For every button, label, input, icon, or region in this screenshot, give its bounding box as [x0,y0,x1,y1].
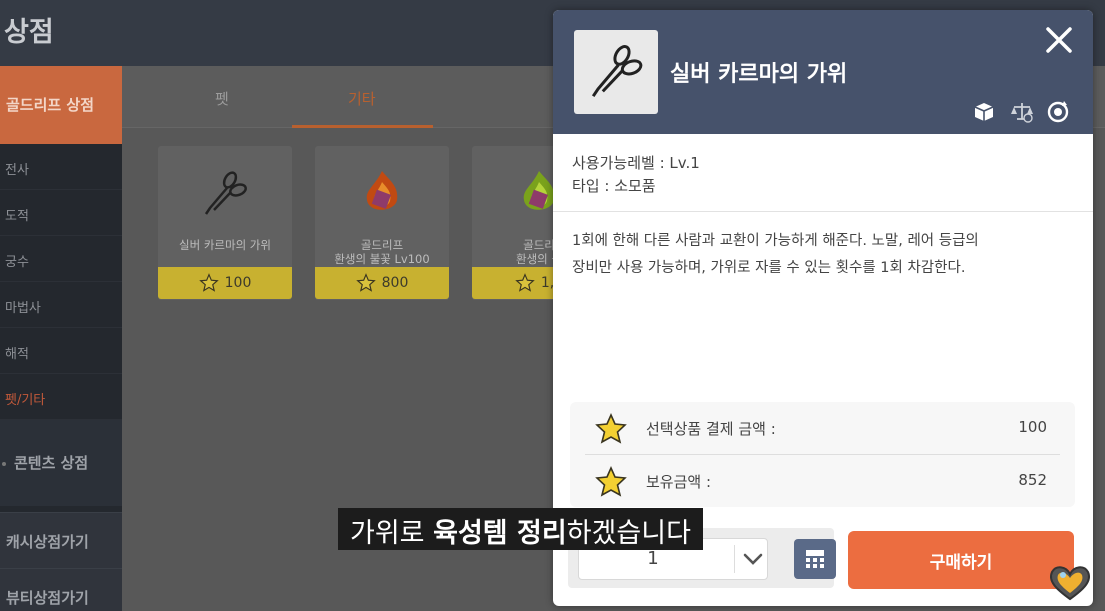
price-value: 100 [224,275,252,291]
sidebar-item-archer[interactable]: 궁수 [0,236,122,282]
balance-value: 852 [1018,471,1047,489]
subtitle-text: 하겠습니다 [566,518,691,549]
star-coin-icon [595,466,627,497]
subtitle-bold-text: 육성템 정리 [433,518,567,549]
star-coin-icon [595,413,627,444]
product-name-line1: 골드리프 [360,238,404,252]
sidebar-item-thief[interactable]: 도적 [0,190,122,236]
active-tab-indicator [292,125,433,128]
product-price: 800 [315,267,449,299]
sidebar-section-label: 콘텐츠 상점 [14,454,89,472]
scissors-icon [591,45,643,98]
star-coin-icon [198,273,219,292]
sidebar-section-content-shop[interactable]: 콘텐츠 상점 [0,420,122,506]
product-name-line2: 환생의 불꽃 Lv100 [334,252,430,266]
tab-etc[interactable]: 기타 [348,88,376,109]
price-value: 800 [381,275,409,291]
balance-row: 보유금액 : 852 [570,455,1075,507]
item-level: 사용가능레벨 : Lv.1 [572,154,700,172]
page-title: 상점 [4,17,54,48]
tab-pet[interactable]: 펫 [215,88,229,109]
sidebar-item-goldleaf-shop[interactable]: 골드리프 상점 [0,66,122,144]
star-coin-icon [515,273,535,292]
calculator-button[interactable] [794,539,836,579]
item-type: 타입 : 소모품 [572,177,656,195]
buy-button[interactable]: 구매하기 [848,531,1074,589]
bullet-icon [2,462,6,466]
calculator-icon [806,550,824,568]
item-info: 사용가능레벨 : Lv.1 타입 : 소모품 [572,152,700,198]
item-description: 1회에 한해 다른 사람과 교환이 가능하게 해준다. 노말, 레어 등급의 장… [572,228,1072,282]
star-coin-icon [355,273,376,292]
description-line: 1회에 한해 다른 사람과 교환이 가능하게 해준다. 노말, 레어 등급의 [572,233,979,249]
heart-logo-icon [1050,566,1090,601]
sidebar-item-warrior[interactable]: 전사 [0,144,122,190]
selected-price-row: 선택상품 결제 금액 : 100 [570,402,1075,454]
item-title: 실버 카르마의 가위 [670,62,848,87]
rotate-icon [1047,101,1069,123]
price-summary: 선택상품 결제 금액 : 100 보유금액 : 852 [570,402,1075,507]
product-name: 골드리프 환생의 불꽃 Lv100 [315,238,449,266]
video-subtitle: 가위로 육성템 정리하겠습니다 [338,508,703,550]
selected-price-label: 선택상품 결제 금액 : [646,420,776,438]
divider [734,545,735,573]
balance-label: 보유금액 : [646,473,712,491]
close-icon[interactable] [1043,24,1075,56]
sidebar-item-pirate[interactable]: 해적 [0,328,122,374]
modal-header: 실버 카르마의 가위 [553,10,1093,134]
box-icon [974,103,994,121]
sidebar-item-pet-etc[interactable]: 펫/기타 [0,374,122,420]
item-thumbnail [574,30,658,114]
chevron-down-icon[interactable] [742,549,764,569]
sidebar-item-mage[interactable]: 마법사 [0,282,122,328]
red-flame-icon [366,171,398,210]
quantity-value: 1 [647,548,659,569]
cash-shop-link[interactable]: 캐시상점가기 [0,512,122,568]
beauty-shop-link[interactable]: 뷰티상점가기 [0,568,122,611]
trade-icon [1011,103,1033,123]
subtitle-text: 가위로 [350,518,434,549]
sidebar: 골드리프 상점 전사 도적 궁수 마법사 해적 펫/기타 콘텐츠 상점 캐시상점… [0,66,122,611]
product-card[interactable]: 골드리프 환생의 불꽃 Lv100 800 [315,146,449,300]
product-name: 실버 카르마의 가위 [179,238,271,252]
divider [553,211,1093,212]
product-card[interactable]: 실버 카르마의 가위 100 [158,146,292,300]
description-line: 장비만 사용 가능하며, 가위로 자를 수 있는 횟수를 1회 차감한다. [572,260,966,276]
scissors-icon [204,171,247,215]
selected-price-value: 100 [1018,418,1047,436]
product-price: 100 [158,267,292,299]
